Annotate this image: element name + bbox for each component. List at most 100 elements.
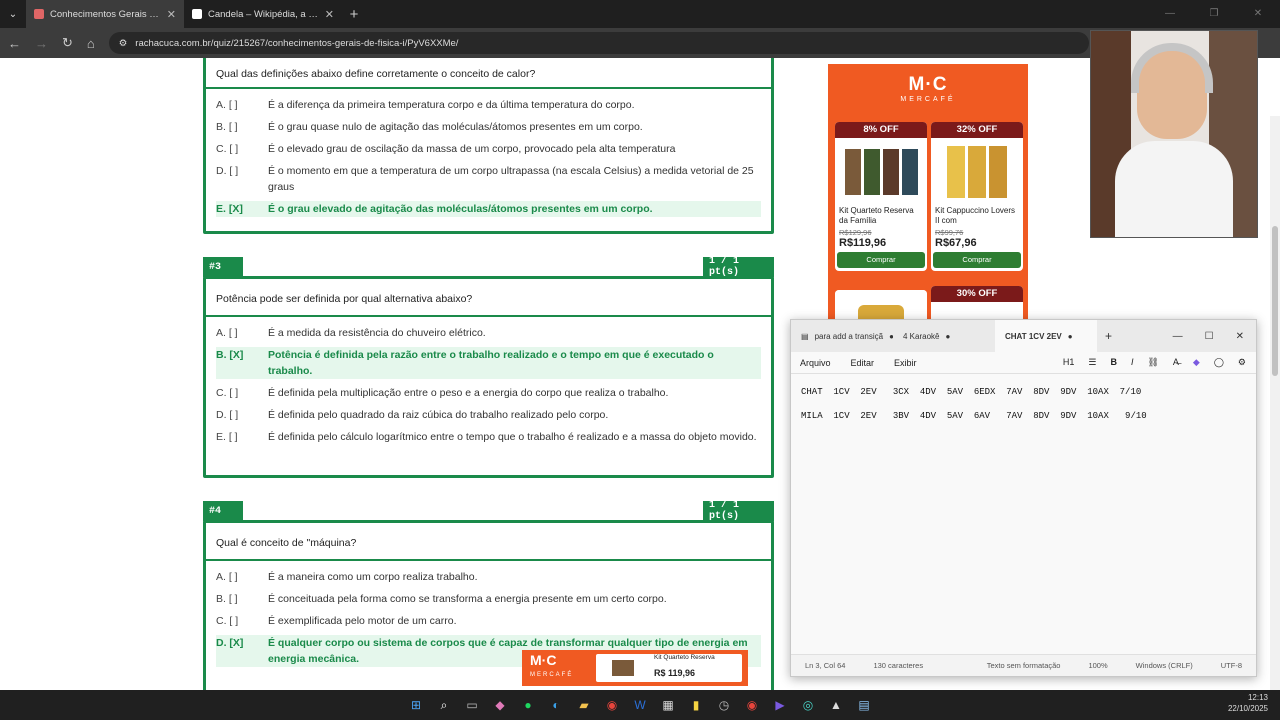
option-a[interactable]: A. [ ] É a medida da resistência do chuve…: [216, 325, 761, 341]
close-tab-icon[interactable]: ✕: [167, 8, 176, 21]
mountain-app-icon[interactable]: ▲: [825, 694, 847, 716]
buy-button[interactable]: Comprar: [933, 252, 1021, 268]
option-b-correct[interactable]: B. [X] Potência é definida pela razão ent…: [216, 347, 761, 379]
heading-dropdown[interactable]: H1: [1063, 357, 1075, 368]
option-letter: C. [ ]: [216, 387, 239, 399]
chrome-profile-icon[interactable]: ◉: [741, 694, 763, 716]
back-icon[interactable]: ←: [8, 36, 21, 51]
notepad-tab-active[interactable]: CHAT 1CV 2EV ●: [995, 320, 1097, 352]
product-name: Kit Quarteto Reserva da Família: [839, 206, 914, 225]
option-text: É o elevado grau de oscilação da massa d…: [268, 143, 676, 155]
maximize-icon[interactable]: ☐: [1205, 331, 1214, 342]
option-letter: B. [ ]: [216, 593, 238, 605]
option-text: É exemplificada pelo motor de um carro.: [268, 615, 457, 627]
option-c[interactable]: C. [ ] É definida pela multiplicação entr…: [216, 385, 761, 401]
app-icon[interactable]: ◎: [797, 694, 819, 716]
spotify-icon[interactable]: ●: [517, 694, 539, 716]
option-c[interactable]: C. [ ] É exemplificada pelo motor de um c…: [216, 613, 761, 629]
buy-button[interactable]: Comprar: [837, 252, 925, 268]
clock-app-icon[interactable]: ◷: [713, 694, 735, 716]
task-view-icon[interactable]: ▭: [461, 694, 483, 716]
url-text: rachacuca.com.br/quiz/215267/conheciment…: [135, 37, 459, 49]
address-toolbar: ← → ↻ ⌂ ⚙ rachacuca.com.br/quiz/215267/c…: [0, 28, 1280, 58]
option-text: É a maneira como um corpo realiza trabal…: [268, 571, 478, 583]
close-tab-icon[interactable]: ✕: [325, 8, 334, 21]
page-scrollbar[interactable]: [1270, 116, 1280, 690]
option-d[interactable]: D. [ ] É definida pelo quadrado da raiz c…: [216, 407, 761, 423]
tab-search-icon[interactable]: ⌄: [0, 0, 26, 28]
option-e-correct[interactable]: E. [X] É o grau elevado de agitação das m…: [216, 201, 761, 217]
close-icon[interactable]: ✕: [1236, 331, 1244, 342]
ad-product-card[interactable]: 32% OFF Kit Cappuccino Lovers II com R$9…: [931, 122, 1023, 271]
taskbar: ⊞ ⌕ ▭ ◆ ● ◐ ▰ ◉ W ▦ ▮ ◷ ◉ ▶ ◎ ▲ ▤: [0, 690, 1280, 720]
question-score: 1 / 1 pt(s): [703, 256, 774, 278]
bottom-ad[interactable]: M·C MERCAFÉ Kit Quarteto Reserva R$ 119,…: [522, 650, 748, 686]
close-icon[interactable]: ✕: [1236, 0, 1280, 28]
bold-icon[interactable]: B: [1110, 357, 1117, 368]
media-player-icon[interactable]: ▶: [769, 694, 791, 716]
url-bar[interactable]: ⚙ rachacuca.com.br/quiz/215267/conhecime…: [108, 32, 1089, 54]
copilot-icon[interactable]: ◆: [1193, 357, 1200, 368]
chrome-icon[interactable]: ◉: [601, 694, 623, 716]
option-d[interactable]: D. [ ] É o momento em que a temperatura d…: [216, 163, 761, 195]
option-letter: E. [X]: [216, 203, 243, 215]
reload-icon[interactable]: ↻: [62, 35, 73, 51]
question-card-3: Potência pode ser definida por qual alte…: [203, 276, 774, 478]
clock-date: 22/10/2025: [1227, 704, 1268, 713]
forward-icon[interactable]: →: [35, 36, 48, 51]
tab-wikipedia[interactable]: Candela – Wikipédia, a enciclopédia livr…: [184, 0, 342, 28]
product-name: Kit Cappuccino Lovers II com: [935, 206, 1016, 225]
notepad-editor[interactable]: CHAT 1CV 2EV 3CX 4DV 5AV 6EDX 7AV 8DV 9D…: [791, 374, 1256, 434]
option-letter: D. [ ]: [216, 165, 239, 177]
file-explorer-icon[interactable]: ▰: [573, 694, 595, 716]
option-b[interactable]: B. [ ] É conceituada pela forma como se t…: [216, 591, 761, 607]
link-icon[interactable]: ⛓: [1147, 357, 1158, 368]
account-icon[interactable]: ◯: [1214, 357, 1224, 368]
italic-icon[interactable]: I: [1131, 357, 1134, 368]
clear-format-icon[interactable]: A̶: [1173, 357, 1179, 368]
notepad-tab[interactable]: 4 Karaokê ●: [893, 320, 995, 352]
option-e[interactable]: E. [ ] É definida pelo cálculo logarítmic…: [216, 429, 761, 445]
notepad-tab[interactable]: ▤ para add a transiçã ●: [791, 320, 893, 352]
document-icon: ▤: [801, 331, 809, 341]
option-a[interactable]: A. [ ] É a maneira como um corpo realiza …: [216, 569, 761, 585]
copilot-icon[interactable]: ◆: [489, 694, 511, 716]
option-text: É definida pelo cálculo logarítmico entr…: [268, 431, 757, 443]
menu-arquivo[interactable]: Arquivo: [800, 358, 831, 368]
option-a[interactable]: A. [ ] É a diferença da primeira temperat…: [216, 97, 761, 113]
option-text: É definida pela multiplicação entre o pe…: [268, 387, 669, 399]
new-tab-button[interactable]: +: [342, 6, 366, 23]
option-letter: A. [ ]: [216, 327, 238, 339]
home-icon[interactable]: ⌂: [87, 36, 95, 51]
tab-title: Candela – Wikipédia, a enciclopédia livr…: [208, 8, 319, 20]
sticky-notes-icon[interactable]: ▮: [685, 694, 707, 716]
tab-title: Conhecimentos Gerais de Física: [50, 8, 161, 20]
unsaved-dot-icon: ●: [1067, 331, 1073, 341]
text-line: MILA 1CV 2EV 3BV 4DV 5AV 6AV 7AV 8DV 9DV…: [801, 411, 1147, 421]
minimize-icon[interactable]: —: [1173, 331, 1183, 342]
site-info-icon[interactable]: ⚙: [119, 38, 128, 49]
option-letter: D. [X]: [216, 637, 244, 649]
edge-icon[interactable]: ◐: [545, 694, 567, 716]
system-clock[interactable]: 12:13 22/10/2025: [1228, 692, 1268, 714]
tab-quiz[interactable]: Conhecimentos Gerais de Física ✕: [26, 0, 184, 28]
notepad-icon[interactable]: ▤: [853, 694, 875, 716]
option-letter: D. [ ]: [216, 409, 239, 421]
ad-product-card[interactable]: 8% OFF Kit Quarteto Reserva da Família R…: [835, 122, 927, 271]
option-c[interactable]: C. [ ] É o elevado grau de oscilação da m…: [216, 141, 761, 157]
option-b[interactable]: B. [ ] É o grau quase nulo de agitação da…: [216, 119, 761, 135]
calculator-icon[interactable]: ▦: [657, 694, 679, 716]
word-icon[interactable]: W: [629, 694, 651, 716]
menu-exibir[interactable]: Exibir: [894, 358, 917, 368]
notepad-tab-title: para add a transiçã: [814, 331, 884, 341]
menu-editar[interactable]: Editar: [851, 358, 875, 368]
notepad-window: ▤ para add a transiçã ● 4 Karaokê ● CHAT 1C…: [790, 319, 1257, 677]
start-icon[interactable]: ⊞: [405, 694, 427, 716]
search-icon[interactable]: ⌕: [433, 694, 455, 716]
minimize-icon[interactable]: —: [1148, 0, 1192, 28]
option-letter: C. [ ]: [216, 143, 239, 155]
new-tab-icon[interactable]: +: [1105, 329, 1112, 343]
list-icon[interactable]: ☰: [1088, 357, 1096, 368]
maximize-icon[interactable]: ❐: [1192, 0, 1236, 28]
settings-icon[interactable]: ⚙: [1238, 357, 1246, 368]
